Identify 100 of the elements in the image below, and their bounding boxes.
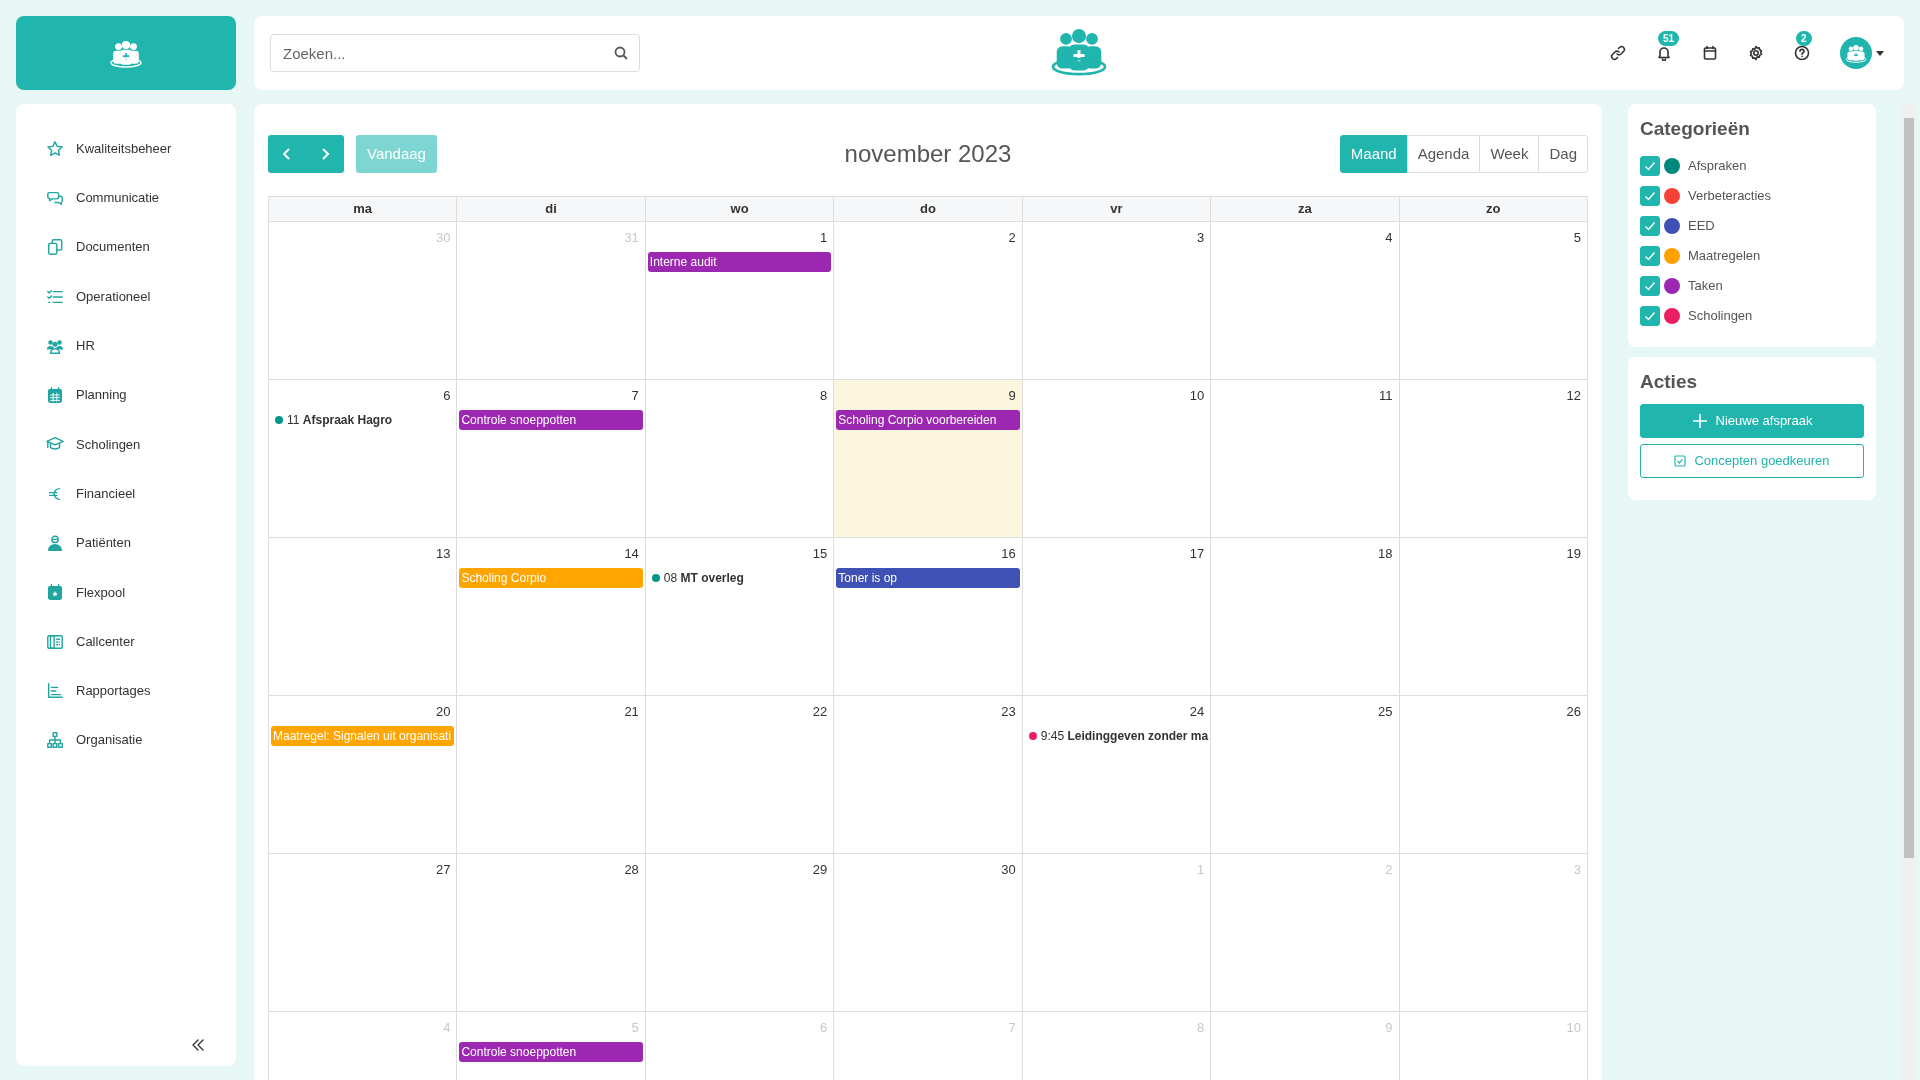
panel-title: Acties	[1640, 370, 1699, 394]
day-cell[interactable]: 23	[834, 696, 1023, 854]
sidebar-item[interactable]: Financieel	[16, 469, 236, 519]
day-cell[interactable]: 22	[645, 696, 835, 854]
day-cell[interactable]: 10	[1022, 380, 1212, 538]
day-cell[interactable]: 30	[834, 854, 1023, 1012]
checklist-icon	[46, 287, 64, 306]
panel-title: Categorieën	[1640, 118, 1751, 141]
checkbox[interactable]	[1640, 305, 1660, 326]
event-bar[interactable]: Controle snoeppotten	[459, 1042, 643, 1062]
day-number: 10	[1188, 387, 1206, 405]
caret-icon[interactable]	[1876, 50, 1884, 56]
calendar-title: november 2023	[844, 139, 1012, 169]
sidebar-item[interactable]: Organisatie	[16, 715, 236, 765]
day-cell[interactable]: 13	[269, 538, 458, 696]
view-tab[interactable]: Dag	[1538, 135, 1588, 173]
day-cell[interactable]: 29	[645, 854, 835, 1012]
sidebar-item[interactable]: Scholingen	[16, 419, 236, 470]
day-cell[interactable]: 5	[1399, 222, 1588, 380]
day-cell[interactable]: 15 08 MT overleg	[645, 538, 835, 696]
logo-card[interactable]	[16, 16, 236, 90]
sidebar-item[interactable]: Kwaliteitsbeheer	[16, 124, 236, 174]
day-cell[interactable]: 28	[457, 854, 646, 1012]
day-number: 6	[442, 387, 452, 405]
bell-icon[interactable]	[1656, 45, 1672, 61]
sidebar-item[interactable]: Rapportages	[16, 666, 236, 716]
link-icon[interactable]	[1610, 45, 1626, 61]
day-number: 29	[811, 861, 829, 879]
sidebar-item[interactable]: Communicatie	[16, 173, 236, 223]
sidebar-item[interactable]: Planning	[16, 370, 236, 420]
day-cell[interactable]: 18	[1211, 538, 1400, 696]
day-cell[interactable]: 19	[1399, 538, 1588, 696]
day-cell[interactable]: 9 Scholing Corpio voorbereiden	[834, 380, 1023, 538]
checkbox[interactable]	[1640, 275, 1660, 296]
settings-icon[interactable]	[1748, 45, 1764, 61]
person-icon	[46, 534, 64, 552]
category-label: Scholingen	[1688, 307, 1753, 326]
help-icon[interactable]	[1794, 45, 1810, 61]
sidebar-item[interactable]: HR	[16, 321, 236, 371]
category-label: Afspraken	[1688, 157, 1747, 176]
day-number: 19	[1565, 545, 1582, 563]
day-number: 11	[1378, 387, 1394, 405]
weekday-header: vr	[1022, 196, 1212, 222]
day-cell[interactable]: 27	[269, 854, 458, 1012]
day-cell[interactable]: 14 Scholing Corpio	[457, 538, 646, 696]
checkbox[interactable]	[1640, 215, 1660, 236]
day-cell[interactable]: 24 9:45 Leidinggeven zonder ma	[1022, 696, 1212, 854]
sidebar-item[interactable]: Patiënten	[16, 518, 236, 568]
checkbox[interactable]	[1640, 245, 1660, 266]
event-bar[interactable]: Toner is op	[836, 568, 1020, 588]
day-cell[interactable]: 26	[1399, 696, 1588, 854]
day-number: 18	[1377, 545, 1394, 563]
event-text[interactable]: 9:45 Leidinggeven zonder ma	[1040, 726, 1209, 746]
search-icon[interactable]	[614, 46, 628, 60]
sidebar-item[interactable]: Operationeel	[16, 271, 236, 322]
day-cell[interactable]: 11	[1211, 380, 1400, 538]
checkbox[interactable]	[1640, 185, 1660, 206]
day-number: 12	[1565, 387, 1582, 405]
day-number: 21	[623, 703, 640, 721]
sidebar-item[interactable]: Callcenter	[16, 616, 236, 667]
day-number: 16	[1000, 545, 1017, 563]
star-icon	[46, 139, 64, 158]
search-field[interactable]: Zoeken...	[270, 34, 640, 72]
weekday-header: ma	[269, 196, 458, 222]
day-cell[interactable]: 6 11 Afspraak Hagro	[269, 380, 458, 538]
day-cell[interactable]: 17	[1022, 538, 1212, 696]
view-tab[interactable]: Agenda	[1406, 135, 1481, 173]
calendar-icon[interactable]	[1702, 45, 1718, 61]
day-cell[interactable]: 12	[1399, 380, 1588, 538]
day-number: 7	[630, 387, 640, 405]
day-number: 9	[1007, 387, 1017, 405]
day-cell[interactable]: 20 Maatregel: Signalen uit organisati	[269, 696, 458, 854]
phone-icon	[46, 632, 64, 651]
checkbox[interactable]	[1640, 155, 1660, 176]
people-icon	[1844, 43, 1868, 63]
event-bar[interactable]: Controle snoeppotten	[459, 410, 643, 430]
event-bar[interactable]: Interne audit	[647, 252, 832, 272]
day-cell[interactable]: 21	[457, 696, 646, 854]
day-cell[interactable]: 3	[1022, 222, 1212, 380]
day-number: 13	[434, 545, 452, 563]
day-cell[interactable]: 7 Controle snoeppotten	[457, 380, 646, 538]
weekday-header: za	[1211, 196, 1400, 222]
view-tab[interactable]: Week	[1479, 135, 1540, 173]
plus-icon	[1691, 412, 1708, 429]
bar-chart-icon	[46, 681, 64, 700]
day-number: 22	[811, 703, 829, 721]
day-number: 17	[1188, 545, 1206, 563]
event-text[interactable]: 08 MT overleg	[663, 568, 744, 588]
sidebar-item[interactable]: Flexpool	[16, 567, 236, 617]
sidebar-item[interactable]: Documenten	[16, 222, 236, 272]
day-number: 3	[1195, 229, 1206, 247]
category-label: Verbeteracties	[1688, 187, 1772, 206]
day-number: 5	[1572, 229, 1582, 247]
day-cell[interactable]: 25	[1211, 696, 1400, 854]
day-cell[interactable]: 4	[1211, 222, 1400, 380]
event-bar[interactable]: Scholing Corpio voorbereiden	[836, 410, 1020, 430]
event-text[interactable]: 11 Afspraak Hagro	[287, 410, 393, 430]
day-number: 20	[434, 703, 452, 721]
day-cell[interactable]: 16 Toner is op	[834, 538, 1023, 696]
day-cell[interactable]: 1 Interne audit	[645, 222, 835, 380]
